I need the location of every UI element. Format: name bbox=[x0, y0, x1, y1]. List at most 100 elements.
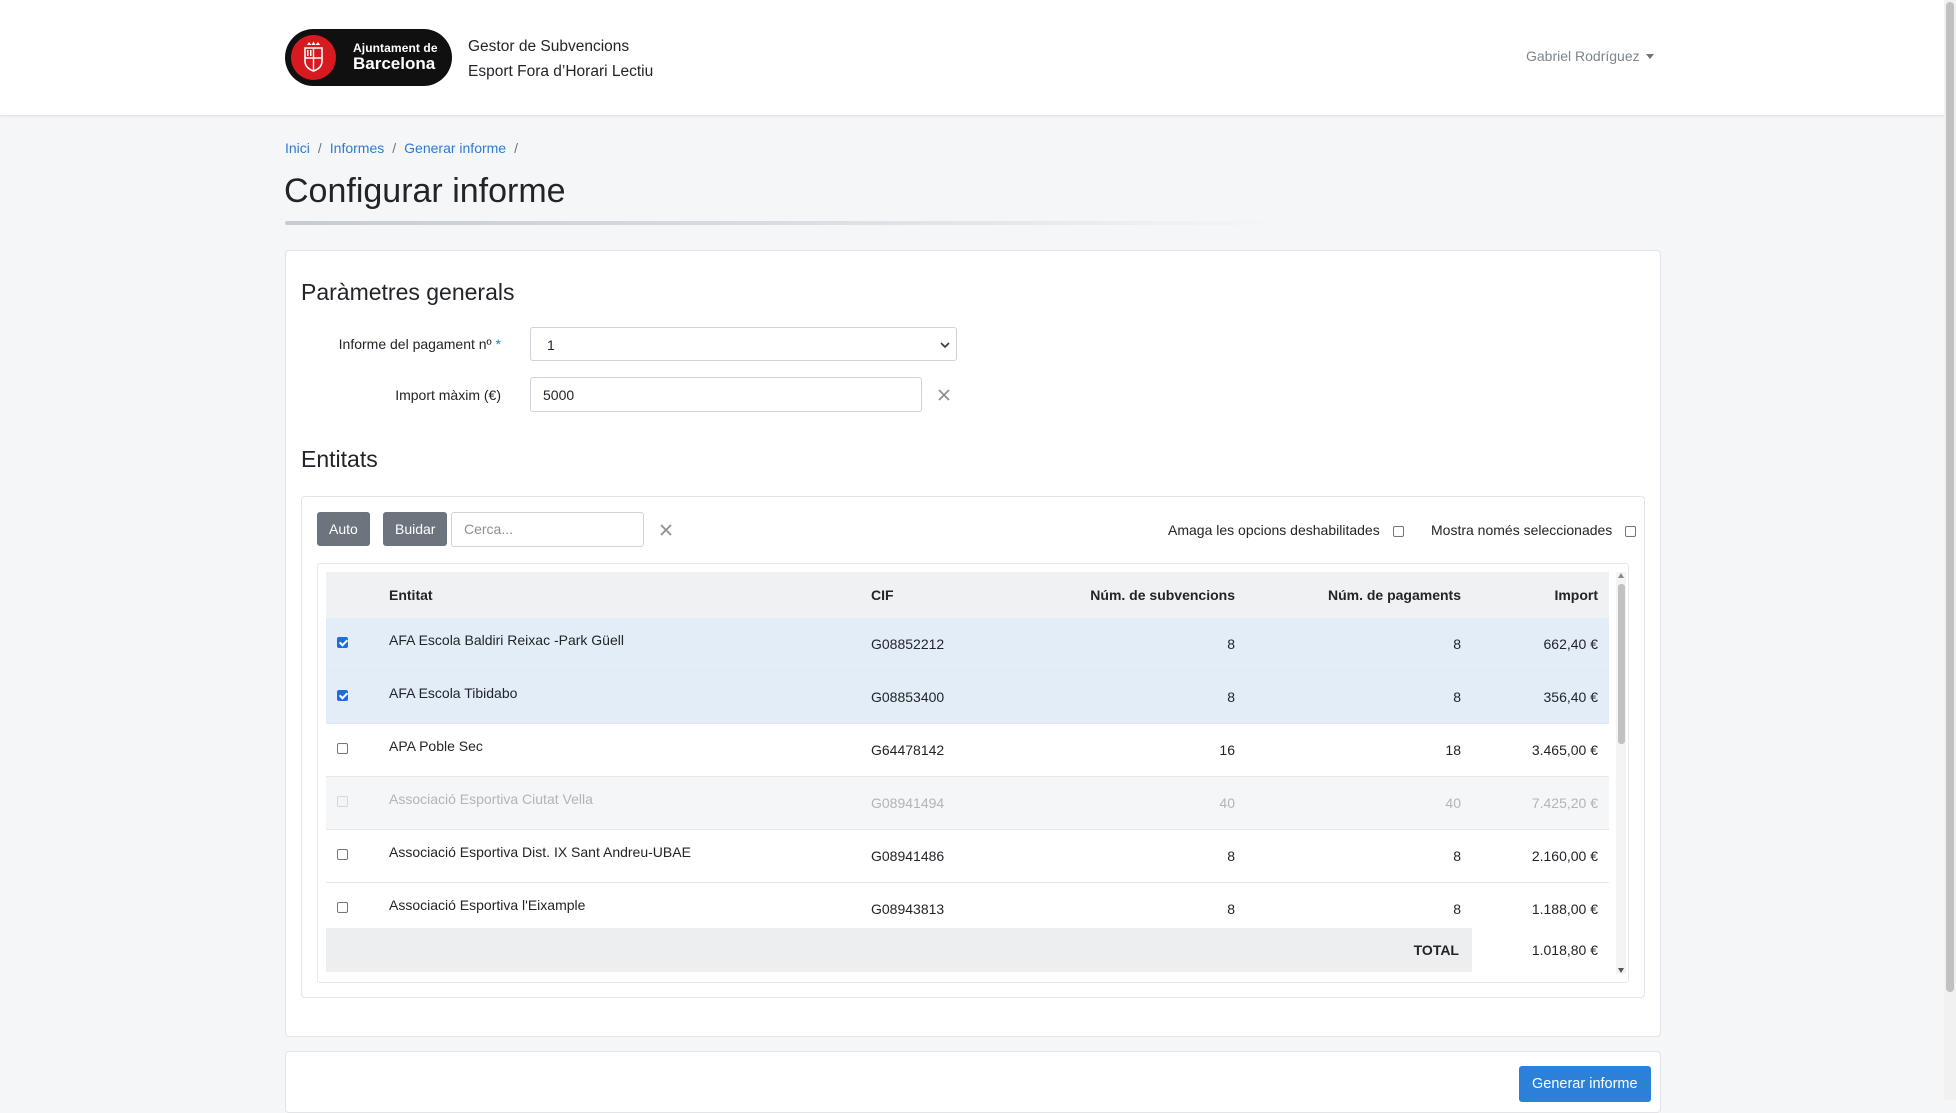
entities-heading: Entitats bbox=[301, 446, 378, 472]
entity-name: Associació Esportiva Ciutat Vella bbox=[389, 791, 593, 807]
breadcrumb-separator: / bbox=[514, 140, 518, 156]
only-selected-checkbox[interactable] bbox=[1625, 525, 1637, 537]
row-checkbox[interactable] bbox=[337, 636, 348, 648]
entity-cif: G64478142 bbox=[871, 742, 945, 758]
payment-number-label-text: Informe del pagament nº bbox=[338, 336, 492, 352]
scroll-up-arrow-icon[interactable] bbox=[1618, 573, 1624, 578]
generate-report-button[interactable]: Generar informe bbox=[1519, 1066, 1651, 1102]
table-scrollbar[interactable] bbox=[1616, 572, 1626, 974]
payment-number-label: Informe del pagament nº * bbox=[301, 336, 501, 352]
table-row[interactable]: APA Poble Sec G64478142 16 18 3.465,00 € bbox=[326, 724, 1609, 777]
app-title-line2: Esport Fora d’Horari Lectiu bbox=[468, 63, 654, 80]
ajuntament-barcelona-logo[interactable]: Ajuntament de Barcelona bbox=[285, 29, 452, 86]
entity-cif: G08943813 bbox=[871, 901, 945, 917]
report-config-card: Paràmetres generals Informe del pagament… bbox=[285, 250, 1661, 1037]
logo-text-line1: Ajuntament de bbox=[353, 41, 438, 55]
breadcrumb: Inici / Informes / Generar informe / bbox=[285, 140, 526, 156]
entity-cif: G08941486 bbox=[871, 848, 945, 864]
row-checkbox[interactable] bbox=[337, 742, 348, 754]
entity-import: 2.160,00 € bbox=[1531, 848, 1598, 864]
caret-down-icon bbox=[1645, 54, 1654, 59]
app-title-line1: Gestor de Subvencions bbox=[468, 38, 630, 55]
entities-table-scroller[interactable]: Entitat CIF Núm. de subvencions Núm. de … bbox=[317, 563, 1629, 983]
table-row[interactable]: Associació Esportiva Dist. IX Sant Andre… bbox=[326, 830, 1609, 883]
column-header-cif[interactable]: CIF bbox=[871, 587, 894, 603]
page-scrollbar[interactable] bbox=[1944, 0, 1956, 1100]
row-checkbox[interactable] bbox=[337, 901, 348, 913]
row-checkbox[interactable] bbox=[337, 848, 348, 860]
clear-selection-button[interactable]: Buidar bbox=[383, 512, 448, 546]
user-name: Gabriel Rodríguez bbox=[1526, 48, 1640, 64]
entity-num-subsidies: 8 bbox=[1227, 636, 1235, 652]
total-value: 1.018,80 € bbox=[1531, 942, 1598, 958]
breadcrumb-link-informes[interactable]: Informes bbox=[330, 140, 384, 156]
actions-card: Generar informe bbox=[285, 1051, 1661, 1113]
only-selected-option: Mostra només seleccionades bbox=[1431, 522, 1637, 538]
max-import-label: Import màxim (€) bbox=[395, 387, 501, 403]
general-params-heading: Paràmetres generals bbox=[301, 279, 515, 305]
total-label: TOTAL bbox=[1413, 942, 1459, 958]
breadcrumb-link-inici[interactable]: Inici bbox=[285, 140, 310, 156]
payment-number-select[interactable]: 1 bbox=[530, 327, 957, 361]
entity-num-subsidies: 16 bbox=[1219, 742, 1235, 758]
auto-button[interactable]: Auto bbox=[317, 512, 370, 546]
entity-num-payments: 8 bbox=[1453, 689, 1461, 705]
entity-name: Associació Esportiva Dist. IX Sant Andre… bbox=[389, 844, 691, 860]
entity-cif: G08853400 bbox=[871, 689, 945, 705]
page-scrollbar-thumb[interactable] bbox=[1946, 2, 1954, 992]
entity-cif: G08941494 bbox=[871, 795, 945, 811]
app-title: Gestor de Subvencions Esport Fora d’Hora… bbox=[468, 34, 653, 84]
entities-panel: Auto Buidar Cerca... Amaga les opcions d… bbox=[301, 496, 1645, 998]
hide-disabled-option: Amaga les opcions deshabilitades bbox=[1168, 522, 1404, 538]
entity-import: 7.425,20 € bbox=[1531, 795, 1598, 811]
clear-search-icon[interactable] bbox=[659, 523, 673, 537]
table-row[interactable]: AFA Escola Tibidabo G08853400 8 8 356,40… bbox=[326, 671, 1609, 724]
entity-num-subsidies: 8 bbox=[1227, 848, 1235, 864]
table-row-disabled: Associació Esportiva Ciutat Vella G08941… bbox=[326, 777, 1609, 830]
table-scrollbar-thumb[interactable] bbox=[1618, 584, 1625, 744]
required-mark: * bbox=[495, 336, 501, 352]
entity-name: AFA Escola Baldiri Reixac -Park Güell bbox=[389, 632, 624, 648]
column-header-entity[interactable]: Entitat bbox=[389, 587, 433, 603]
hide-disabled-checkbox[interactable] bbox=[1392, 525, 1404, 537]
breadcrumb-link-generar-informe[interactable]: Generar informe bbox=[404, 140, 506, 156]
entity-search-input[interactable]: Cerca... bbox=[451, 512, 644, 547]
table-footer: TOTAL 1.018,80 € bbox=[326, 928, 1609, 974]
barcelona-shield-icon bbox=[291, 35, 336, 80]
entity-num-subsidies: 8 bbox=[1227, 901, 1235, 917]
page-title: Configurar informe bbox=[284, 172, 566, 210]
entity-name: APA Poble Sec bbox=[389, 738, 483, 754]
entity-import: 662,40 € bbox=[1543, 636, 1599, 652]
footer-shade bbox=[326, 928, 1472, 972]
clear-max-import-icon[interactable] bbox=[937, 388, 951, 402]
entity-num-subsidies: 8 bbox=[1227, 689, 1235, 705]
entity-num-payments: 18 bbox=[1445, 742, 1461, 758]
row-checkbox[interactable] bbox=[337, 689, 348, 701]
column-header-import[interactable]: Import bbox=[1554, 587, 1598, 603]
only-selected-label: Mostra només seleccionades bbox=[1431, 522, 1613, 538]
logo-text-line2: Barcelona bbox=[353, 54, 436, 73]
user-menu-dropdown[interactable]: Gabriel Rodríguez bbox=[1526, 48, 1654, 64]
column-header-num-subsidies[interactable]: Núm. de subvencions bbox=[1090, 587, 1235, 603]
column-header-num-payments[interactable]: Núm. de pagaments bbox=[1328, 587, 1461, 603]
entity-import: 1.188,00 € bbox=[1531, 901, 1598, 917]
entity-import: 3.465,00 € bbox=[1531, 742, 1598, 758]
entity-num-payments: 8 bbox=[1453, 901, 1461, 917]
top-navbar: Ajuntament de Barcelona Gestor de Subven… bbox=[0, 0, 1944, 116]
chevron-down-icon bbox=[940, 342, 950, 349]
entity-num-payments: 8 bbox=[1453, 848, 1461, 864]
table-header: Entitat CIF Núm. de subvencions Núm. de … bbox=[326, 572, 1609, 619]
entity-import: 356,40 € bbox=[1543, 689, 1599, 705]
entity-num-subsidies: 40 bbox=[1219, 795, 1235, 811]
entity-num-payments: 40 bbox=[1445, 795, 1461, 811]
row-checkbox-disabled bbox=[337, 795, 348, 807]
breadcrumb-separator: / bbox=[392, 140, 397, 156]
max-import-input[interactable]: 5000 bbox=[530, 377, 922, 412]
entity-cif: G08852212 bbox=[871, 636, 945, 652]
table-row[interactable]: Associació Esportiva l'Eixample G0894381… bbox=[326, 883, 1609, 929]
title-underline bbox=[285, 221, 1285, 225]
scroll-down-arrow-icon[interactable] bbox=[1618, 968, 1624, 973]
table-row[interactable]: AFA Escola Baldiri Reixac -Park Güell G0… bbox=[326, 618, 1609, 671]
breadcrumb-separator: / bbox=[317, 140, 322, 156]
entity-name: Associació Esportiva l'Eixample bbox=[389, 897, 586, 913]
